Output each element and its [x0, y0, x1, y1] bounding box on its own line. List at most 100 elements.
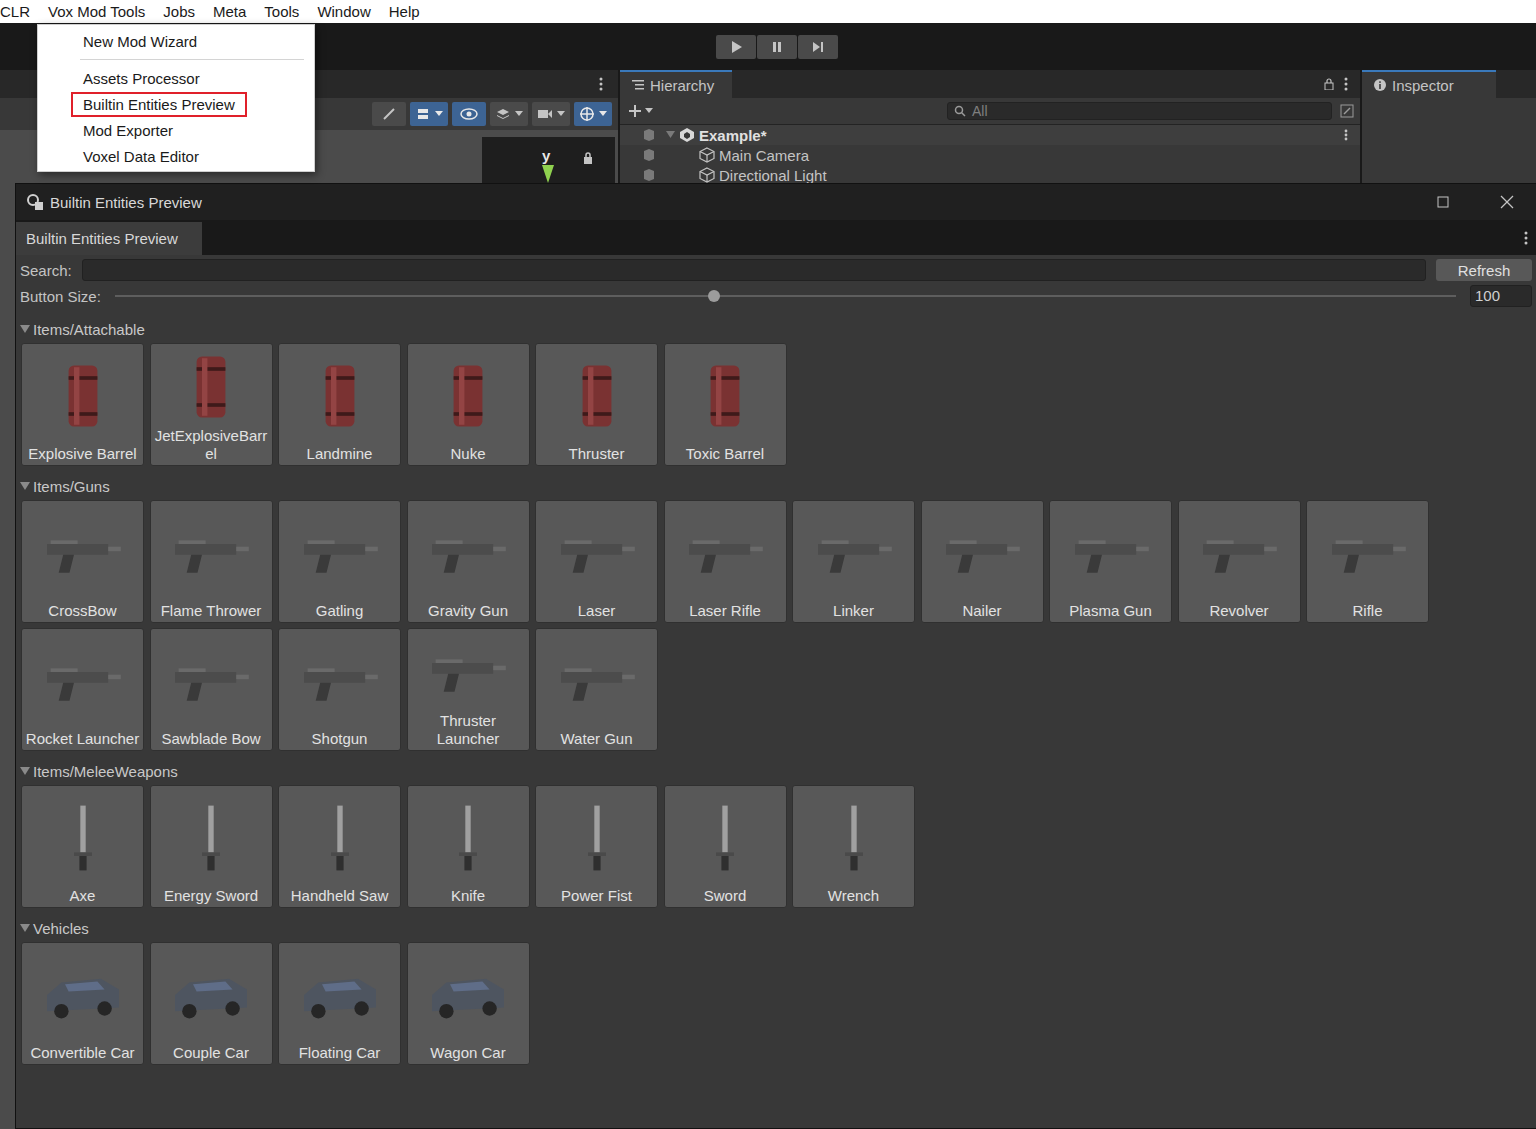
- gun-icon: [680, 515, 770, 591]
- entity-button[interactable]: Knife: [407, 785, 530, 908]
- entity-button[interactable]: Convertible Car: [21, 942, 144, 1065]
- entity-button[interactable]: Gravity Gun: [407, 500, 530, 623]
- lock-icon[interactable]: [583, 152, 593, 164]
- entity-button[interactable]: Rifle: [1306, 500, 1429, 623]
- more-icon[interactable]: [1344, 129, 1348, 141]
- visibility-toggle-icon[interactable]: [642, 148, 656, 162]
- visibility-toggle-icon[interactable]: [642, 168, 656, 182]
- search-icon: [954, 105, 966, 117]
- entity-button[interactable]: Linker: [792, 500, 915, 623]
- menu-item[interactable]: Mod Exporter: [38, 117, 314, 143]
- menu-bar-item[interactable]: Help: [389, 0, 420, 23]
- more-icon[interactable]: [1344, 77, 1348, 91]
- lock-icon[interactable]: [1324, 78, 1334, 90]
- entity-button[interactable]: Power Fist: [535, 785, 658, 908]
- menu-bar-item[interactable]: CLR: [0, 0, 30, 23]
- foldout-arrow-icon: [20, 767, 30, 776]
- expand-arrow-icon[interactable]: [666, 131, 675, 139]
- hierarchy-tab[interactable]: Hierarchy: [620, 70, 732, 98]
- menu-item[interactable]: Assets Processor: [38, 65, 314, 91]
- play-button[interactable]: [716, 35, 756, 59]
- scene-row[interactable]: Example*: [620, 125, 1360, 145]
- entity-button[interactable]: Explosive Barrel: [21, 343, 144, 466]
- group-header[interactable]: Items/Guns: [20, 476, 1532, 496]
- entity-button[interactable]: Wagon Car: [407, 942, 530, 1065]
- group-header[interactable]: Items/Attachable: [20, 319, 1532, 339]
- entity-button[interactable]: Axe: [21, 785, 144, 908]
- entity-button[interactable]: Thruster Launcher: [407, 628, 530, 751]
- close-button[interactable]: [1478, 184, 1536, 220]
- menu-bar: CLR Vox Mod Tools Jobs Meta Tools Window Help: [0, 0, 1536, 23]
- entity-button[interactable]: Handheld Saw: [278, 785, 401, 908]
- entity-button[interactable]: JetExplosiveBarrel: [150, 343, 273, 466]
- expand-icon[interactable]: [1340, 104, 1354, 118]
- search-field[interactable]: [82, 259, 1426, 281]
- gun-icon: [166, 515, 256, 591]
- game-object-row[interactable]: Main Camera: [620, 145, 1360, 165]
- unity-editor: CLRVox Mod ToolsJobsMetaToolsWindowHelpy…: [0, 0, 1536, 1129]
- entity-button[interactable]: Water Gun: [535, 628, 658, 751]
- entity-button[interactable]: Gatling: [278, 500, 401, 623]
- gizmos-button[interactable]: [574, 102, 612, 126]
- visibility-button[interactable]: [452, 102, 486, 126]
- menu-item[interactable]: New Mod Wizard: [38, 28, 314, 54]
- menu-item[interactable]: Voxel Data Editor: [38, 143, 314, 169]
- entity-button[interactable]: Thruster: [535, 343, 658, 466]
- step-button[interactable]: [798, 35, 838, 59]
- more-icon[interactable]: [1524, 231, 1528, 245]
- camera-icon: [537, 108, 553, 120]
- button-size-slider[interactable]: [115, 285, 1456, 307]
- entity-button[interactable]: CrossBow: [21, 500, 144, 623]
- car-icon: [38, 957, 128, 1033]
- menu-bar-item[interactable]: Meta: [213, 0, 246, 23]
- slider-thumb[interactable]: [708, 290, 720, 302]
- menu-bar-item[interactable]: Window: [317, 0, 370, 23]
- dropdown-icon: [435, 111, 443, 117]
- group-header[interactable]: Items/MeleeWeapons: [20, 761, 1532, 781]
- barrel-icon: [295, 358, 385, 434]
- camera-button[interactable]: [532, 102, 570, 126]
- entity-button[interactable]: Laser: [535, 500, 658, 623]
- menu-bar-item[interactable]: Vox Mod Tools: [48, 0, 145, 23]
- barrel-icon: [166, 349, 256, 425]
- entity-button[interactable]: Couple Car: [150, 942, 273, 1065]
- tool-button[interactable]: [372, 102, 406, 126]
- menu-item[interactable]: Builtin Entities Preview: [38, 91, 314, 117]
- entity-button[interactable]: Nuke: [407, 343, 530, 466]
- entity-button[interactable]: Laser Rifle: [664, 500, 787, 623]
- group-header[interactable]: Vehicles: [20, 918, 1532, 938]
- entity-button[interactable]: Plasma Gun: [1049, 500, 1172, 623]
- maximize-button[interactable]: [1414, 184, 1472, 220]
- hierarchy-search[interactable]: All: [947, 102, 1332, 120]
- pause-button[interactable]: [757, 35, 797, 59]
- layers-button[interactable]: [490, 102, 528, 126]
- entity-grid: Convertible CarCouple CarFloating CarWag…: [20, 942, 1532, 1065]
- button-size-value[interactable]: 100: [1470, 285, 1532, 307]
- refresh-button[interactable]: Refresh: [1436, 259, 1532, 281]
- entity-button[interactable]: Landmine: [278, 343, 401, 466]
- visibility-toggle-icon[interactable]: [642, 128, 656, 142]
- add-button[interactable]: [628, 104, 653, 118]
- dropdown-icon: [645, 108, 653, 114]
- entity-button[interactable]: Floating Car: [278, 942, 401, 1065]
- title-bar[interactable]: Builtin Entities Preview: [16, 184, 1536, 220]
- entity-button[interactable]: Sawblade Bow: [150, 628, 273, 751]
- entity-button[interactable]: Nailer: [921, 500, 1044, 623]
- entity-button[interactable]: Revolver: [1178, 500, 1301, 623]
- menu-bar-item[interactable]: Jobs: [163, 0, 195, 23]
- entity-button[interactable]: Sword: [664, 785, 787, 908]
- window-tab[interactable]: Builtin Entities Preview: [16, 222, 202, 255]
- gun-icon: [423, 515, 513, 591]
- search-label: Search:: [20, 262, 72, 279]
- entity-button[interactable]: Energy Sword: [150, 785, 273, 908]
- more-icon[interactable]: [599, 77, 603, 91]
- inspector-tab[interactable]: Inspector: [1362, 70, 1496, 98]
- entity-button[interactable]: Wrench: [792, 785, 915, 908]
- entity-button[interactable]: Flame Thrower: [150, 500, 273, 623]
- entity-button[interactable]: Toxic Barrel: [664, 343, 787, 466]
- entity-button[interactable]: Rocket Launcher: [21, 628, 144, 751]
- menu-bar-item[interactable]: Tools: [264, 0, 299, 23]
- entity-button[interactable]: Shotgun: [278, 628, 401, 751]
- game-object-row[interactable]: Directional Light: [620, 165, 1360, 185]
- draw-mode-button[interactable]: [410, 102, 448, 126]
